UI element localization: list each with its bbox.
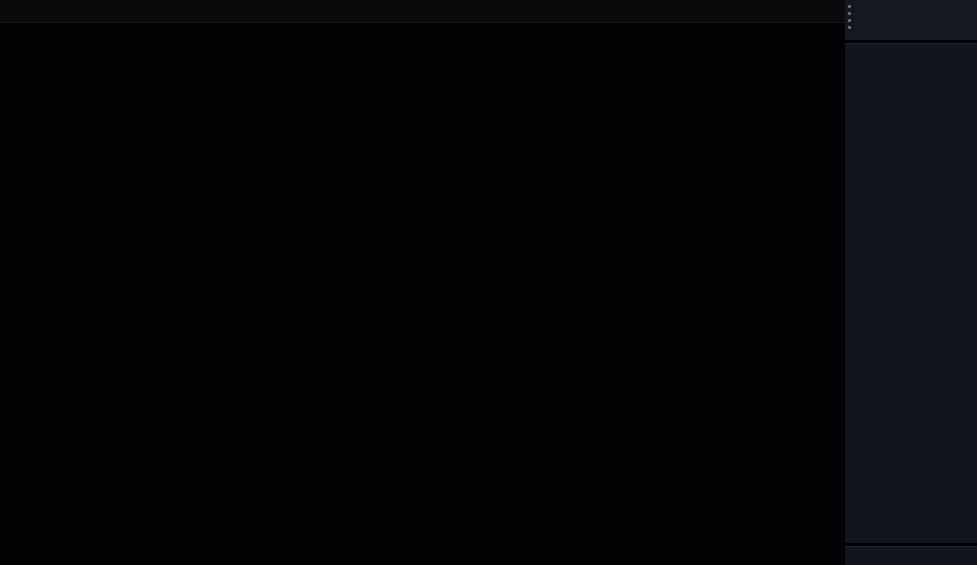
marker-readout-row xyxy=(424,38,816,52)
marker-freq-value xyxy=(460,52,592,66)
menu-title-panel xyxy=(845,0,977,40)
measurement-plot xyxy=(0,0,845,565)
marker-x-value xyxy=(662,38,738,52)
marker-lc-value xyxy=(738,38,816,52)
marker-name-value xyxy=(424,24,460,38)
marker-name-value xyxy=(424,38,460,52)
marker-readout-row xyxy=(424,24,816,38)
marker-freq-value xyxy=(460,38,592,52)
marker-x-value xyxy=(662,52,738,66)
marker-lc-value xyxy=(738,52,816,66)
marker-r-value xyxy=(592,24,662,38)
menu-empty-panel xyxy=(845,43,977,543)
vna-screen xyxy=(0,0,977,565)
marker-freq-value xyxy=(460,24,592,38)
softkey-menu xyxy=(845,0,977,565)
marker-x-value xyxy=(662,24,738,38)
header-bar xyxy=(0,0,845,23)
local-button[interactable] xyxy=(845,546,977,565)
marker-name-value xyxy=(424,52,460,66)
menu-drag-handle[interactable] xyxy=(848,5,851,33)
marker-r-value xyxy=(592,38,662,52)
marker-readout-row xyxy=(424,52,816,66)
marker-lc-value xyxy=(738,24,816,38)
marker-r-value xyxy=(592,52,662,66)
